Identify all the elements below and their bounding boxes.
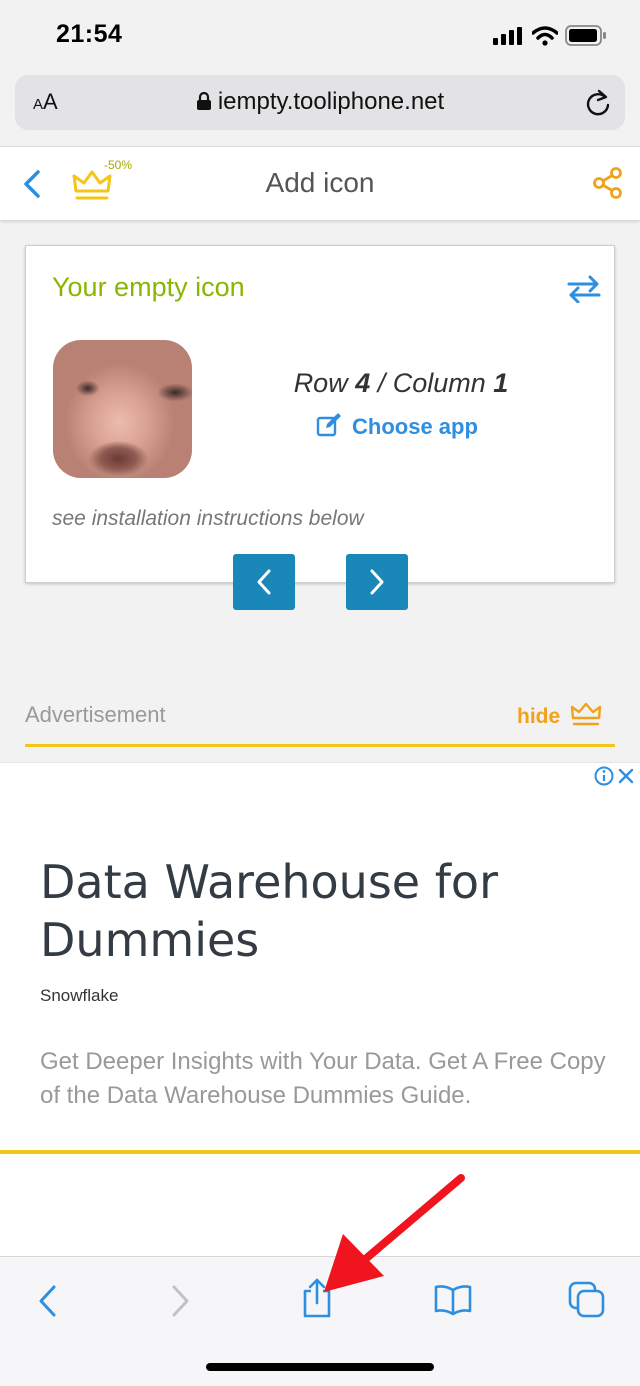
divider	[25, 744, 615, 747]
url-text[interactable]: iempty.tooliphone.net	[15, 88, 625, 116]
wifi-icon	[532, 26, 558, 46]
icon-preview-image[interactable]	[53, 340, 192, 478]
ad-headline[interactable]: Data Warehouse for Dummies	[40, 853, 560, 969]
next-icon	[370, 569, 384, 595]
share-icon[interactable]	[592, 167, 624, 199]
icon-card: Your empty icon Row 4 / Column 1 Choose …	[25, 245, 615, 583]
edit-icon	[316, 413, 341, 437]
home-indicator	[206, 1363, 434, 1371]
lock-icon	[196, 91, 211, 110]
column-number: 1	[493, 368, 509, 398]
url-label: iempty.tooliphone.net	[217, 88, 445, 115]
page-title: Add icon	[265, 167, 375, 198]
ad-brand: Snowflake	[40, 986, 119, 1005]
next-button[interactable]	[346, 554, 408, 610]
reload-icon[interactable]	[585, 89, 611, 117]
card-title: Your empty icon	[52, 272, 245, 302]
site-header: -50% Add icon	[0, 146, 640, 220]
ad-body-text: Get Deeper Insights with Your Data. Get …	[40, 1048, 606, 1109]
ad-banner[interactable]: Data Warehouse for Dummies Snowflake Get…	[0, 762, 640, 1153]
tabs-icon[interactable]	[567, 1280, 607, 1320]
hide-ads-button[interactable]: hide	[517, 702, 602, 729]
status-time: 21:54	[56, 20, 123, 48]
forward-icon[interactable]	[170, 1284, 192, 1318]
row-number: 4	[355, 368, 371, 398]
advertisement-label: Advertisement	[25, 702, 166, 727]
arrow-annotation	[324, 1174, 465, 1292]
choose-app-link[interactable]: Choose app	[316, 413, 478, 440]
prev-button[interactable]	[233, 554, 295, 610]
status-bar: 21:54	[0, 0, 640, 70]
back-icon[interactable]	[36, 1284, 58, 1318]
install-instructions-text: see installation instructions below	[52, 507, 364, 530]
prev-icon	[257, 569, 271, 595]
row-column-label: Row 4 / Column 1	[293, 368, 509, 398]
swap-icon[interactable]	[567, 275, 601, 303]
battery-icon	[565, 25, 606, 46]
address-bar[interactable]: AA iempty.tooliphone.net	[15, 75, 625, 130]
info-icon[interactable]	[593, 765, 615, 787]
signal-icon	[493, 27, 522, 45]
crown-icon	[570, 702, 602, 726]
close-icon[interactable]	[617, 767, 635, 785]
